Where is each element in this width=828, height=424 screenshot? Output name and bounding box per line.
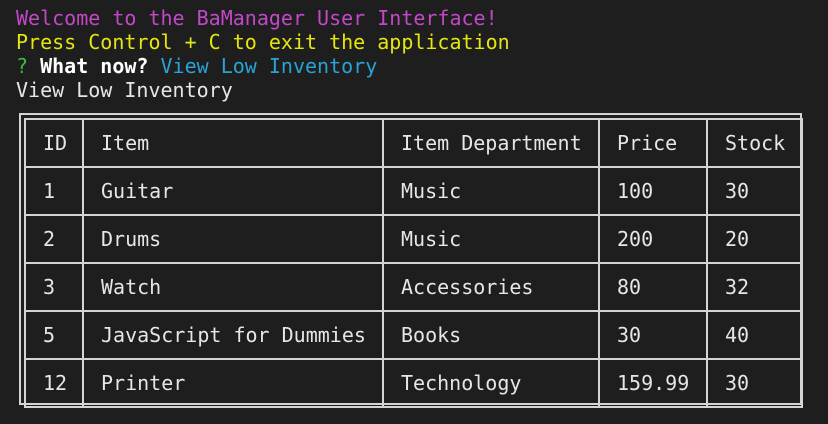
cell-item: Printer <box>82 358 384 408</box>
table-row: 2 Drums Music 200 20 <box>24 214 803 264</box>
cell-stock: 40 <box>706 310 803 360</box>
cell-id: 1 <box>24 166 84 216</box>
cell-price: 159.99 <box>598 358 708 408</box>
cell-id: 12 <box>24 358 84 408</box>
header-item: Item <box>82 118 384 168</box>
table-header-row: ID Item Item Department Price Stock <box>24 118 803 168</box>
cell-item: Guitar <box>82 166 384 216</box>
cell-id: 5 <box>24 310 84 360</box>
cell-department: Accessories <box>382 262 600 312</box>
cell-department: Music <box>382 214 600 264</box>
header-stock: Stock <box>706 118 803 168</box>
exit-hint: Press Control + C to exit the applicatio… <box>16 30 510 54</box>
cell-price: 200 <box>598 214 708 264</box>
prompt-answer: View Low Inventory <box>160 54 378 78</box>
cell-item: JavaScript for Dummies <box>82 310 384 360</box>
cell-item: Watch <box>82 262 384 312</box>
cell-price: 80 <box>598 262 708 312</box>
cell-price: 100 <box>598 166 708 216</box>
header-price: Price <box>598 118 708 168</box>
table-row: 1 Guitar Music 100 30 <box>24 166 803 216</box>
cell-price: 30 <box>598 310 708 360</box>
cell-id: 2 <box>24 214 84 264</box>
inventory-table-frame: ID Item Item Department Price Stock 1 Gu… <box>19 113 803 408</box>
header-item-department: Item Department <box>382 118 600 168</box>
cell-stock: 20 <box>706 214 803 264</box>
cell-stock: 30 <box>706 358 803 408</box>
prompt-mark: ? <box>16 54 29 78</box>
prompt-question: What now? <box>40 54 149 78</box>
cell-department: Books <box>382 310 600 360</box>
cell-id: 3 <box>24 262 84 312</box>
table-row: 12 Printer Technology 159.99 30 <box>24 358 803 408</box>
table-row: 5 JavaScript for Dummies Books 30 40 <box>24 310 803 360</box>
cell-stock: 30 <box>706 166 803 216</box>
welcome-message: Welcome to the BaManager User Interface! <box>16 6 498 30</box>
cell-item: Drums <box>82 214 384 264</box>
header-id: ID <box>24 118 84 168</box>
prompt-line: ? What now? View Low Inventory <box>16 54 377 78</box>
cell-stock: 32 <box>706 262 803 312</box>
cell-department: Music <box>382 166 600 216</box>
table-row: 3 Watch Accessories 80 32 <box>24 262 803 312</box>
selected-option-echo: View Low Inventory <box>16 78 233 102</box>
inventory-table: ID Item Item Department Price Stock 1 Gu… <box>24 118 803 408</box>
cell-department: Technology <box>382 358 600 408</box>
